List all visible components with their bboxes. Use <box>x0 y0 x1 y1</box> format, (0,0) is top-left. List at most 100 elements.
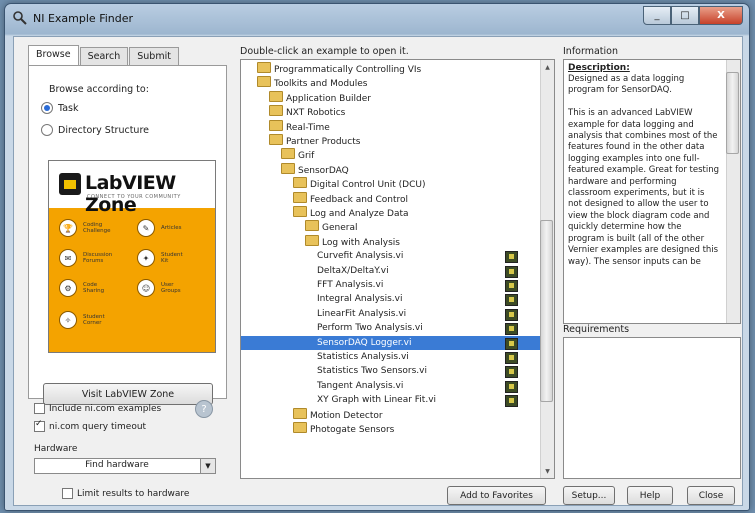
tree-item-folder[interactable]: Feedback and Control <box>241 191 540 206</box>
vi-icon <box>505 294 518 307</box>
tree-item-folder[interactable]: Log and Analyze Data <box>241 206 540 220</box>
tree-item-folder[interactable]: Toolkits and Modules <box>241 76 540 90</box>
checkbox-label: Limit results to hardware <box>77 488 190 499</box>
vi-icon <box>505 323 518 336</box>
tab-strip: Browse Search Submit <box>28 45 180 65</box>
folder-icon <box>269 119 283 131</box>
zone-item-label: Student Corner <box>83 314 105 326</box>
zone-item-articles[interactable]: ✎ Articles <box>137 219 189 237</box>
radio-directory-button[interactable] <box>41 124 53 136</box>
tree-item-label: Programmatically Controlling VIs <box>274 65 422 75</box>
limit-results-to-hardware-checkbox[interactable]: Limit results to hardware <box>62 488 189 499</box>
tree-item-label: FFT Analysis.vi <box>317 280 384 290</box>
client-area: Browse Search Submit Browse according to… <box>13 36 743 506</box>
minimize-button[interactable]: _ <box>643 6 671 25</box>
tree-scroll-thumb[interactable] <box>540 220 553 402</box>
tab-search[interactable]: Search <box>79 47 129 65</box>
tree-item-folder[interactable]: NXT Robotics <box>241 105 540 119</box>
checkbox-box[interactable] <box>34 403 45 414</box>
visit-labview-zone-button[interactable]: Visit LabVIEW Zone <box>43 383 213 405</box>
folder-icon <box>281 148 295 160</box>
labview-zone-banner[interactable]: LabVIEW Zone CONNECT TO YOUR COMMUNITY 🏆… <box>48 160 216 353</box>
help-button[interactable]: Help <box>627 486 673 505</box>
tree-item-label: Application Builder <box>286 93 371 104</box>
tree-item-label: Feedback and Control <box>310 194 409 205</box>
tree-item-label: Integral Analysis.vi <box>317 294 403 305</box>
example-finder-icon <box>13 11 27 25</box>
zone-item-coding-challenge[interactable]: 🏆 Coding Challenge <box>59 219 111 237</box>
close-window-button[interactable]: X <box>699 6 743 25</box>
tree-item-vi[interactable]: Statistics Analysis.vi <box>241 350 540 364</box>
checkbox-label: ni.com query timeout <box>49 421 147 432</box>
tree-item-folder[interactable]: Partner Products <box>241 134 540 148</box>
scroll-up-icon[interactable]: ▲ <box>542 61 553 73</box>
title-bar[interactable]: NI Example Finder _ □ X <box>5 4 749 32</box>
zone-item-discussion-forums[interactable]: ✉ Discussion Forums <box>59 249 113 267</box>
setup-button[interactable]: Setup... <box>563 486 615 505</box>
folder-icon <box>305 220 319 232</box>
radio-task-button[interactable] <box>41 102 53 114</box>
tree-item-vi[interactable]: DeltaX/DeltaY.vi <box>241 264 540 278</box>
zone-subtitle: CONNECT TO YOUR COMMUNITY <box>87 194 181 200</box>
tree-item-label: Log with Analysis <box>322 237 400 248</box>
folder-icon <box>293 191 307 203</box>
tree-item-folder[interactable]: Real-Time <box>241 119 540 134</box>
vi-icon <box>505 251 518 264</box>
folder-icon <box>269 105 283 117</box>
include-nicom-examples-checkbox[interactable]: Include ni.com examples <box>34 403 161 414</box>
tree-item-vi[interactable]: Tangent Analysis.vi <box>241 379 540 393</box>
tree-item-vi[interactable]: Integral Analysis.vi <box>241 292 540 307</box>
zone-item-label: Discussion Forums <box>83 252 113 264</box>
tree-item-label: Digital Control Unit (DCU) <box>310 180 426 191</box>
scroll-down-icon[interactable]: ▼ <box>542 465 553 477</box>
checkbox-box[interactable] <box>34 419 45 432</box>
tree-item-folder[interactable]: Photogate Sensors <box>241 422 540 436</box>
maximize-button[interactable]: □ <box>671 6 699 25</box>
nicom-query-timeout-checkbox[interactable]: ni.com query timeout <box>34 419 147 432</box>
hardware-select-value: Find hardware <box>85 460 149 470</box>
zone-item-user-groups[interactable]: ☺ User Groups <box>137 279 189 297</box>
example-tree[interactable]: Programmatically Controlling VIs Toolkits… <box>240 59 555 479</box>
hardware-select[interactable]: Find hardware ▼ <box>34 458 216 474</box>
tree-instruction: Double-click an example to open it. <box>240 46 409 57</box>
radio-directory-label: Directory Structure <box>58 124 149 136</box>
radio-task[interactable]: Task <box>41 102 79 114</box>
tree-item-folder[interactable]: Log with Analysis <box>241 234 540 249</box>
tree-item-folder[interactable]: Motion Detector <box>241 407 540 422</box>
tab-browse[interactable]: Browse <box>28 45 79 65</box>
information-scroll-thumb[interactable] <box>726 72 739 154</box>
tab-submit[interactable]: Submit <box>129 47 179 65</box>
tree-item-vi[interactable]: Perform Two Analysis.vi <box>241 321 540 336</box>
zone-item-student-kit[interactable]: ✦ Student Kit <box>137 249 189 267</box>
tree-scrollbar[interactable]: ▲ ▼ <box>540 60 554 478</box>
add-to-favorites-button[interactable]: Add to Favorites <box>447 486 546 505</box>
tree-item-folder[interactable]: General <box>241 220 540 234</box>
tree-item-vi[interactable]: Curvefit Analysis.vi <box>241 249 540 264</box>
help-icon[interactable]: ? <box>195 400 213 418</box>
information-box[interactable]: Description: Designed as a data logging … <box>563 59 741 324</box>
zone-item-code-sharing[interactable]: ⚙ Code Sharing <box>59 279 111 297</box>
close-button[interactable]: Close <box>687 486 735 505</box>
tree-item-vi[interactable]: SensorDAQ Logger.vi <box>241 335 540 350</box>
tree-item-folder[interactable]: Digital Control Unit (DCU) <box>241 177 540 191</box>
information-scrollbar[interactable] <box>726 60 740 323</box>
zone-item-student-corner[interactable]: ✧ Student Corner <box>59 311 111 329</box>
radio-directory-structure[interactable]: Directory Structure <box>41 124 149 136</box>
requirements-box[interactable] <box>563 337 741 479</box>
vi-icon <box>505 280 518 292</box>
tree-item-vi[interactable]: FFT Analysis.vi <box>241 278 540 292</box>
tree-item-folder[interactable]: SensorDAQ <box>241 162 540 177</box>
tree-item-vi[interactable]: LinearFit Analysis.vi <box>241 307 540 321</box>
tree-item-vi[interactable]: Statistics Two Sensors.vi <box>241 364 540 379</box>
tree-item-folder[interactable]: Programmatically Controlling VIs <box>241 62 540 76</box>
tree-item-vi[interactable]: XY Graph with Linear Fit.vi <box>241 393 540 408</box>
checkbox-label: Include ni.com examples <box>49 403 162 414</box>
labview-logo-icon <box>59 173 81 195</box>
hardware-label: Hardware <box>34 444 78 454</box>
checkbox-box[interactable] <box>62 488 73 499</box>
information-label: Information <box>563 46 618 57</box>
dropdown-arrow-icon[interactable]: ▼ <box>200 459 215 473</box>
tree-item-folder[interactable]: Grif <box>241 148 540 162</box>
zone-item-label: Code Sharing <box>83 282 105 294</box>
tree-item-folder[interactable]: Application Builder <box>241 90 540 105</box>
